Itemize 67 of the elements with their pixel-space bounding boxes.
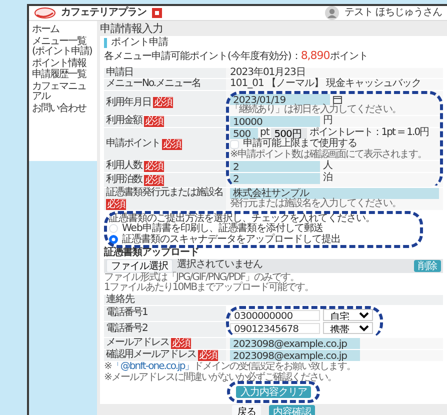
rate-text: ポイントレート：1pt = 1.0円 [309,128,429,138]
field-value: 2023年01月23日 [230,68,306,78]
input-field[interactable]: 株式会社サンプル [230,188,439,200]
date-field[interactable]: 2023/01/19 [230,94,330,105]
note-text: 1ファイルあたり10MBまでアップロード可能です。 [104,283,315,294]
field-label: 利用年月日 [106,98,151,108]
radio-button[interactable] [109,234,118,244]
required-badge: 必須 [171,338,191,350]
note-text: ※申請ポイント数は確認画面にて表示されます。 [230,150,428,160]
sidebar-link[interactable]: ポイント情報 [32,58,94,69]
file-status-text: 選択されていません [177,260,264,271]
field-label: 電話番号1 [106,308,148,319]
unit-label: 人 [323,161,332,172]
required-badge: 必須 [144,174,164,186]
page-title: 申請情報入力 [100,23,164,35]
unit-label: 円 [323,116,332,127]
input-field[interactable]: 10000 [230,116,320,128]
required-badge: 必須 [153,97,173,108]
required-badge: 必須 [144,161,164,172]
field-label: 利用人数 [106,161,142,172]
logo-icon [34,7,56,19]
field-label: 確認用メールアドレス [106,350,196,361]
checkbox[interactable] [230,140,239,149]
field-label: 証憑書類発行元または施設名 [106,188,223,198]
available-points-text: 各メニュー申請可能ポイント(今年度有効分)：8,890ポイント [104,50,369,63]
field-label: メールアドレス [106,338,169,348]
sidebar-toggle-button[interactable] [152,8,162,18]
note-text: ファイル形式は「JPG/GIF/PNG/PDF」のみです。 [104,272,300,283]
phone-field[interactable]: 09012345678 [230,322,320,334]
email-field[interactable]: 2023098@example.co.jp [230,338,360,350]
user-name: テスト ほちじゅうさん [344,8,442,18]
email-field[interactable]: 2023098@example.co.jp [230,350,360,362]
input-field[interactable]: 2 [230,161,320,172]
sidebar-link[interactable]: ホーム [32,25,94,36]
phone-type-dropdown[interactable]: 自宅 [323,309,373,322]
field-label: 電話番号2 [106,324,148,335]
input-field[interactable]: 2 [230,173,320,184]
checkbox-label: 申請可能上限まで使用する [243,139,357,150]
sidebar-link[interactable]: 申請履歴一覧 [32,70,94,80]
sidebar-link[interactable]: お問い合わせ [32,104,94,114]
unit-label: pt [260,128,270,138]
phone-type-dropdown[interactable]: 携帯 [323,322,373,334]
phone-field[interactable]: 0300000000 [230,310,320,321]
section-title: ポイント申請 [104,38,443,48]
app-title: カフェテリアプラン [61,8,146,18]
required-badge: 必須 [144,116,164,128]
field-label: メニューNo.メニュー名 [106,79,201,90]
calendar-icon [333,94,342,104]
radio-label: 証憑書類のスキャナデータをアップロードして提出 [122,234,340,246]
unit-label: 泊 [323,173,332,184]
radio-label: Web申請書を印刷し、証憑書類を添付して郵送 [122,224,323,234]
required-badge: 必須 [198,350,218,362]
section-heading: 連絡先 [104,294,443,306]
field-label: 利用金額 [106,116,142,127]
required-badge: 必須 [162,138,182,150]
field-label: 申請ポイント [106,138,160,150]
required-badge: 必須 [106,198,126,210]
sidebar-link[interactable]: カフェマニュアル [32,82,94,102]
note-text: ※メールアドレスに間違いがないか必ずご確認ください。 [104,372,338,384]
file-select-button[interactable]: ファイル選択 [106,258,173,273]
field-label: 利用泊数 [106,174,142,186]
note-text: 発行元または施設名を入力してください。 [230,199,402,210]
note-text: 「継続あり」は初日を入力してください。 [230,104,402,115]
yen-value-field[interactable]: 500円 [271,128,308,140]
field-label: 申請日 [106,68,133,78]
field-value: 101_01 【ノーマル】 現金キャッシュバック [230,79,422,90]
sidebar-link[interactable]: メニュー一覧(ポイント申請) [32,36,94,58]
